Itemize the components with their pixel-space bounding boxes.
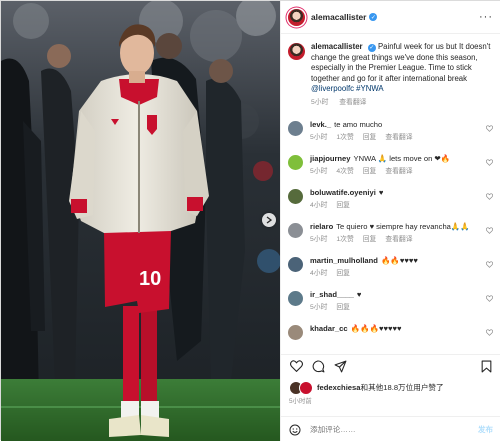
save-button[interactable] [479,359,493,373]
comment-reply-button[interactable]: 回复 [363,236,377,243]
comment-text: te amo mucho [334,120,383,129]
heart-icon [486,329,493,336]
post-comment-button[interactable]: 发布 [478,424,493,435]
comment-like-button[interactable] [486,329,493,336]
comment-reply-button[interactable]: 回复 [336,270,350,277]
verified-badge-icon: ✓ [369,13,378,21]
caption-time[interactable]: 5小时 [311,99,328,106]
comment-reply-button[interactable]: 回复 [363,134,377,141]
comment-like-count[interactable]: 1次赞 [336,134,353,141]
post-header: alemacallister ✓ ··· [281,1,500,34]
heart-icon [486,295,493,302]
bookmark-icon [481,360,491,372]
heart-icon [486,193,493,200]
commenter-username[interactable]: boluwatife.oyeniyi [310,188,376,197]
share-button[interactable] [333,359,347,373]
comment-time[interactable]: 5小时 [310,168,327,175]
commenter-username[interactable]: levk._ [310,120,331,129]
commenter-avatar[interactable] [288,257,303,272]
comment-item: levk._ te amo mucho 5小时 1次赞 回复 查看翻译 [288,120,493,143]
comment-icon [312,359,324,372]
comment-button[interactable] [311,359,325,373]
heart-icon [486,261,493,268]
comment-item: boluwatife.oyeniyi ♥ 4小时 回复 [288,188,493,211]
likes-summary: fedexchiesa 和其他18.8万位用户赞了 [289,381,493,395]
comment-like-button[interactable] [486,295,493,302]
commenter-username[interactable]: jiapjourney [310,154,351,163]
heart-icon [486,159,493,166]
comment-translate[interactable]: 查看翻译 [385,236,412,243]
comment-time[interactable]: 5小时 [310,236,327,243]
comment-text: Te quiero ♥ siempre hay revancha🙏🙏 [336,222,470,231]
comment-item: rielaro Te quiero ♥ siempre hay revancha🙏… [288,222,493,245]
commenter-username[interactable]: khadar_cc [310,324,348,333]
commenter-username[interactable]: martin_mulholland [310,256,378,265]
commenter-username[interactable]: ir_shad____ [310,290,354,299]
comment-item: ir_shad____ ♥ 5小时 回复 [288,290,493,313]
caption-avatar[interactable] [288,43,305,60]
comment-time[interactable]: 4小时 [310,202,327,209]
comments-list[interactable]: alemacallister ✓ Painful week for us but… [281,34,500,354]
author-username[interactable]: alemacallister [311,12,366,22]
liked-by-user[interactable]: fedexchiesa [317,383,360,392]
commenter-avatar[interactable] [288,291,303,306]
caption-tags[interactable]: @liverpoolfc #YNWA [311,84,384,93]
comment-like-button[interactable] [486,261,493,268]
heart-icon [486,125,493,132]
post-caption: alemacallister ✓ Painful week for us but… [288,42,493,108]
likes-count-text[interactable]: 和其他18.8万位用户赞了 [360,382,443,393]
comment-input[interactable] [310,425,478,434]
comment-translate[interactable]: 查看翻译 [385,134,412,141]
liker-avatars[interactable] [289,381,313,395]
comment-text: 🔥🔥🔥♥♥♥♥♥ [350,324,402,333]
comment-item: martin_mulholland 🔥🔥♥♥♥♥ 4小时 回复 [288,256,493,279]
add-comment-bar: 发布 [281,416,500,442]
jersey-number: 10 [139,268,161,290]
commenter-avatar[interactable] [288,223,303,238]
comment-reply-button[interactable]: 回复 [336,202,350,209]
post-side-panel: alemacallister ✓ ··· alemacallister ✓ Pa… [280,1,500,441]
heart-icon [486,227,493,234]
comment-like-button[interactable] [486,125,493,132]
action-bar [281,354,500,377]
comment-item: khadar_cc 🔥🔥🔥♥♥♥♥♥ [288,324,493,340]
comment-like-count[interactable]: 1次赞 [336,236,353,243]
verified-badge-icon: ✓ [367,44,376,53]
heart-icon [289,360,303,372]
commenter-avatar[interactable] [288,189,303,204]
comment-text: ♥ [356,290,362,299]
post-photo[interactable]: 10 [1,1,280,441]
comment-item: jiapjourney YNWA 🙏 lets move on ❤🔥 5小时 4次赞 回… [288,154,493,177]
commenter-avatar[interactable] [288,121,303,136]
caption-username[interactable]: alemacallister [311,42,363,51]
instagram-post-dialog: 10 alemacallister ✓ ··· alemacallister ✓… [0,0,500,441]
comment-reply-button[interactable]: 回复 [336,304,350,311]
comment-like-button[interactable] [486,159,493,166]
photo-illustration: 10 [1,1,280,441]
comment-time[interactable]: 5小时 [310,304,327,311]
comment-translate[interactable]: 查看翻译 [385,168,412,175]
comment-time[interactable]: 5小时 [310,134,327,141]
next-photo-button[interactable] [262,213,276,227]
comment-reply-button[interactable]: 回复 [363,168,377,175]
commenter-avatar[interactable] [288,155,303,170]
comment-like-button[interactable] [486,193,493,200]
author-avatar[interactable] [288,8,305,26]
comment-text: ♥ [378,188,384,197]
send-icon [334,360,346,372]
chevron-right-icon [266,216,272,224]
commenter-username[interactable]: rielaro [310,222,333,231]
comment-text: YNWA 🙏 lets move on ❤🔥 [353,154,451,163]
emoji-icon[interactable] [289,424,301,436]
commenter-avatar[interactable] [288,325,303,340]
caption-translate[interactable]: 查看翻译 [339,99,366,106]
comment-text: 🔥🔥♥♥♥♥ [380,256,418,265]
comment-like-count[interactable]: 4次赞 [336,168,353,175]
comment-time[interactable]: 4小时 [310,270,327,277]
more-options-icon[interactable]: ··· [479,12,493,23]
comment-like-button[interactable] [486,227,493,234]
like-button[interactable] [289,359,303,373]
post-timestamp[interactable]: 5小时前 [289,396,312,405]
